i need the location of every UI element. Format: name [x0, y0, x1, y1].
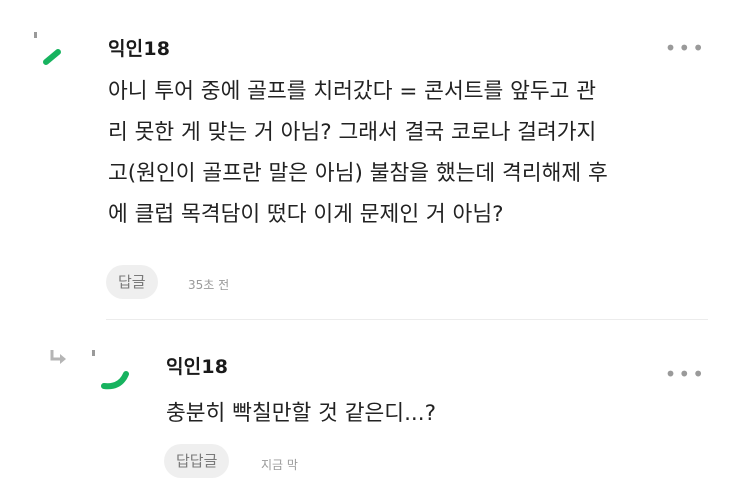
avatar-icon[interactable] — [28, 28, 78, 78]
more-options-icon[interactable]: ••• — [665, 362, 706, 386]
reply-button[interactable]: 답글 — [106, 265, 158, 299]
avatar-dot — [34, 32, 37, 38]
comment-body-line: 아니 투어 중에 골프를 치러갔다 = 콘서트를 앞두고 관 — [108, 79, 597, 104]
avatar-stroke — [43, 49, 61, 65]
comment-author[interactable]: 익인18 — [108, 34, 170, 61]
reply-arrow-icon — [50, 350, 66, 364]
comment-timestamp: 35초 전 — [188, 278, 230, 292]
comment-body-line: 고(원인이 골프란 말은 아님) 불참을 했는데 격리해제 후 — [108, 161, 608, 186]
comment-body-line: 에 클럽 목격담이 떴다 이게 문제인 거 아님? — [108, 202, 504, 227]
comment-body-line: 충분히 빡칠만할 것 같은디...? — [166, 401, 436, 426]
comment-body: 아니 투어 중에 골프를 치러갔다 = 콘서트를 앞두고 관 리 못한 게 맞는… — [108, 71, 608, 235]
comment-item: 익인18 ••• 아니 투어 중에 골프를 치러갔다 = 콘서트를 앞두고 관 … — [0, 0, 744, 320]
comment-timestamp: 지금 막 — [261, 458, 298, 472]
comment-author[interactable]: 익인18 — [166, 352, 228, 379]
comment-body: 충분히 빡칠만할 것 같은디...? — [166, 393, 436, 434]
avatar-dot — [92, 350, 95, 356]
more-options-icon[interactable]: ••• — [665, 36, 706, 60]
avatar-icon[interactable] — [88, 346, 138, 396]
avatar-stroke — [101, 371, 129, 390]
reply-comment-item: 익인18 ••• 충분히 빡칠만할 것 같은디...? 답답글 지금 막 — [0, 320, 744, 493]
reply-button[interactable]: 답답글 — [164, 444, 230, 478]
comment-body-line: 리 못한 게 맞는 거 아님? 그래서 결국 코로나 걸려가지 — [108, 120, 597, 145]
